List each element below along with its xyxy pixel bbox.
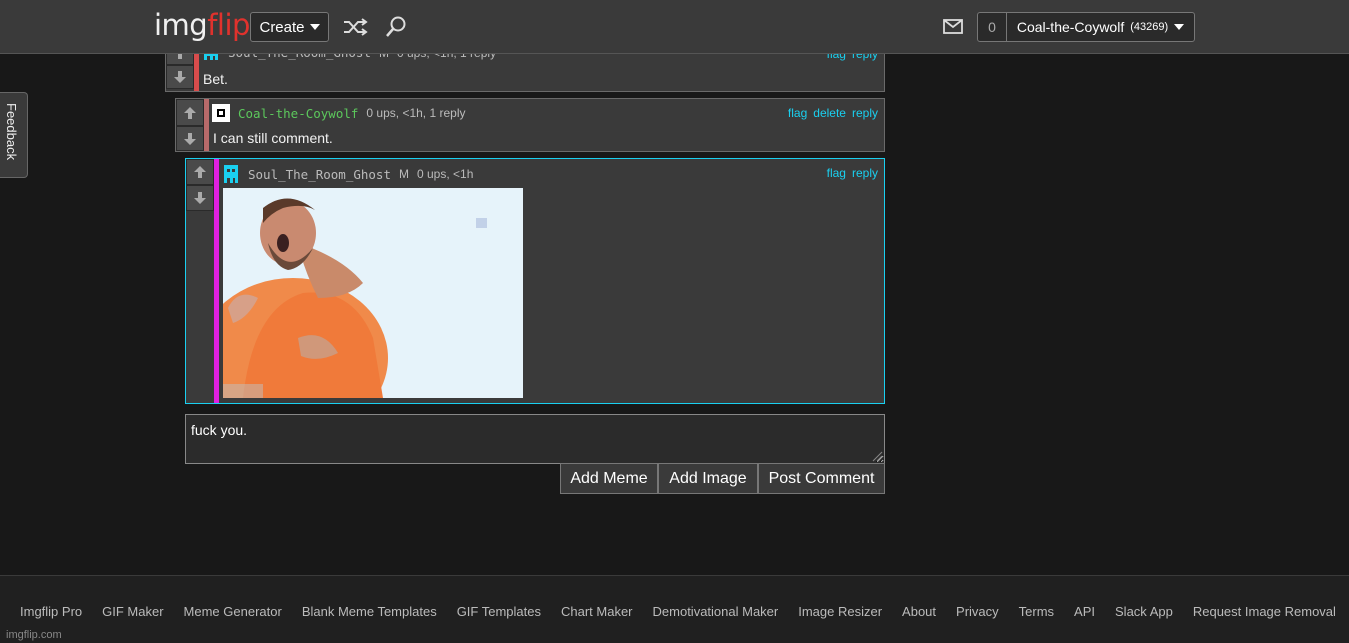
arrow-down-icon: [194, 192, 206, 204]
reply-link[interactable]: reply: [852, 106, 878, 120]
notification-count[interactable]: 0: [977, 12, 1007, 42]
footer-link-demotivational-maker[interactable]: Demotivational Maker: [653, 604, 779, 619]
downvote-button[interactable]: [166, 65, 194, 89]
footer-link-chart-maker[interactable]: Chart Maker: [561, 604, 633, 619]
footer-link-about[interactable]: About: [902, 604, 936, 619]
mod-badge: M: [399, 167, 409, 181]
arrow-up-icon: [194, 166, 206, 178]
create-dropdown-button[interactable]: Create: [250, 12, 329, 42]
caret-down-icon: [1174, 24, 1185, 30]
flag-link[interactable]: flag: [788, 106, 807, 120]
upvote-button[interactable]: [176, 99, 204, 126]
user-points: (43269): [1130, 21, 1169, 33]
footer: Imgflip Pro GIF Maker Meme Generator Bla…: [0, 575, 1349, 643]
username-label: Coal-the-Coywolf: [1016, 19, 1125, 35]
flag-link[interactable]: flag: [827, 166, 846, 180]
reply-link[interactable]: reply: [852, 166, 878, 180]
comment: Coal-the-Coywolf 0 ups, <1h, 1 reply fla…: [175, 98, 885, 152]
comment-meme-image[interactable]: [223, 188, 523, 398]
footer-link-meme-generator[interactable]: Meme Generator: [184, 604, 282, 619]
comment-actions: flag delete reply: [788, 106, 878, 120]
arrow-up-icon: [184, 106, 196, 119]
downvote-button[interactable]: [186, 185, 214, 211]
feedback-label: Feedback: [4, 103, 19, 161]
footer-link-slack-app[interactable]: Slack App: [1115, 604, 1173, 619]
footer-link-request-image-removal[interactable]: Request Image Removal: [1193, 604, 1336, 619]
footer-link-terms[interactable]: Terms: [1019, 604, 1054, 619]
comment-text: I can still comment.: [213, 130, 333, 146]
post-comment-button[interactable]: Post Comment: [758, 463, 885, 494]
comment-username[interactable]: Soul_The_Room_Ghost: [248, 167, 391, 182]
footer-link-privacy[interactable]: Privacy: [956, 604, 999, 619]
ghost-avatar-icon: [224, 165, 238, 183]
footer-link-blank-meme-templates[interactable]: Blank Meme Templates: [302, 604, 437, 619]
footer-link-api[interactable]: API: [1074, 604, 1095, 619]
reply-button-group: Add Meme Add Image Post Comment: [560, 463, 885, 494]
arrow-down-icon: [174, 71, 186, 83]
vote-buttons: [176, 99, 204, 151]
comment-thread-bar: [214, 159, 219, 403]
search-icon[interactable]: [383, 15, 409, 39]
mail-icon[interactable]: [943, 19, 963, 34]
footer-link-gif-maker[interactable]: GIF Maker: [102, 604, 163, 619]
feedback-tab[interactable]: Feedback: [0, 92, 28, 178]
comment-header: Soul_The_Room_Ghost M 0 ups, <1h: [222, 164, 473, 184]
footer-link-gif-templates[interactable]: GIF Templates: [457, 604, 541, 619]
comment-text: Bet.: [203, 71, 228, 87]
footer-link-imgflip-pro[interactable]: Imgflip Pro: [20, 604, 82, 619]
navbar-overlay: imgflip Create 0 Coal-the-Coywolf (43269…: [0, 0, 1349, 54]
comment-reply-textarea[interactable]: [185, 414, 885, 464]
footer-links: Imgflip Pro GIF Maker Meme Generator Bla…: [20, 604, 1336, 619]
footer-site-name: imgflip.com: [6, 629, 62, 641]
arrow-down-icon: [184, 132, 196, 145]
comment-thread-bar: [204, 99, 209, 151]
user-menu-button[interactable]: Coal-the-Coywolf (43269): [1006, 12, 1195, 42]
logo-accent-text: flip: [207, 8, 250, 42]
user-avatar[interactable]: [212, 104, 230, 122]
add-image-button[interactable]: Add Image: [658, 463, 758, 494]
footer-link-image-resizer[interactable]: Image Resizer: [798, 604, 882, 619]
imgflip-logo[interactable]: imgflip: [154, 8, 250, 42]
comment-meta: 0 ups, <1h: [417, 167, 474, 181]
add-meme-button[interactable]: Add Meme: [560, 463, 658, 494]
logo-main-text: img: [154, 8, 208, 42]
downvote-button[interactable]: [176, 126, 204, 151]
comment-actions: flag reply: [827, 166, 878, 180]
comment-username[interactable]: Coal-the-Coywolf: [238, 106, 358, 121]
create-label: Create: [259, 18, 305, 36]
caret-down-icon: [309, 24, 320, 30]
resize-handle-icon[interactable]: [871, 450, 883, 462]
shuffle-icon[interactable]: [342, 15, 368, 39]
comment-header: Coal-the-Coywolf 0 ups, <1h, 1 reply: [212, 104, 466, 122]
upvote-button[interactable]: [186, 159, 214, 185]
comment-meta: 0 ups, <1h, 1 reply: [366, 106, 466, 120]
vote-buttons: [186, 159, 214, 211]
delete-link[interactable]: delete: [813, 106, 846, 120]
